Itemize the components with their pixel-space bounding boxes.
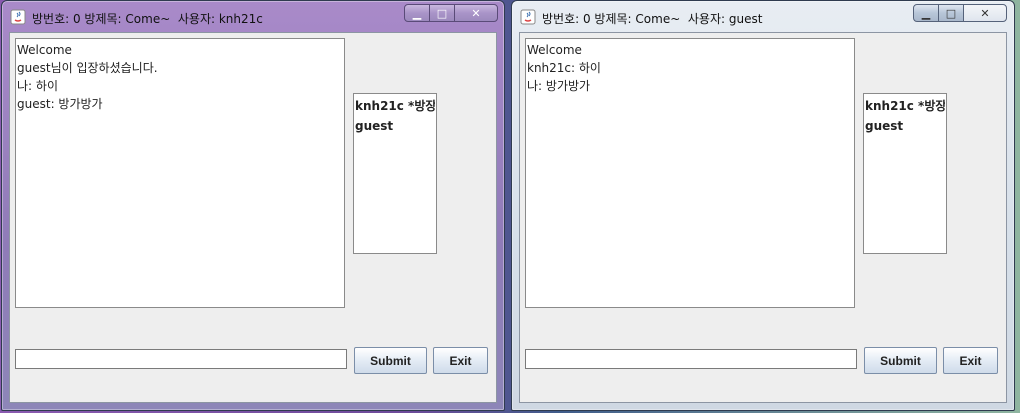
chat-window-guest: 방번호: 0 방제목: Come~ 사용자: guest ▁ □ ✕ Welco… [511,0,1015,411]
maximize-button[interactable]: □ [939,4,963,22]
title-bar[interactable]: 방번호: 0 방제목: Come~ 사용자: guest ▁ □ ✕ [512,1,1014,33]
user-list-item[interactable]: knh21c *방장* [355,96,435,116]
chat-line: guest: 방가방가 [17,97,103,111]
user-list[interactable]: knh21c *방장* guest [353,93,437,254]
exit-button[interactable]: Exit [433,347,488,374]
message-input[interactable] [15,349,347,369]
chat-line: 나: 하이 [17,79,58,93]
user-list[interactable]: knh21c *방장* guest [863,93,947,254]
user-list-item[interactable]: guest [865,116,945,136]
chat-line: Welcome [17,43,72,57]
title-bar[interactable]: 방번호: 0 방제목: Come~ 사용자: knh21c ▁ □ ✕ [2,1,504,33]
close-button[interactable]: ✕ [454,4,498,22]
chat-line: 나: 방가방가 [527,79,591,93]
chat-line: guest님이 입장하셨습니다. [17,61,158,75]
user-list-item[interactable]: knh21c *방장* [865,96,945,116]
chat-log[interactable]: Welcome knh21c: 하이 나: 방가방가 [525,38,855,308]
exit-button[interactable]: Exit [943,347,998,374]
chat-window-knh21c: 방번호: 0 방제목: Come~ 사용자: knh21c ▁ □ ✕ Welc… [1,0,505,411]
close-button[interactable]: ✕ [963,4,1007,22]
window-title: 방번호: 0 방제목: Come~ 사용자: guest [542,12,763,26]
window-controls: ▁ □ ✕ [913,4,1007,22]
window-content: Welcome knh21c: 하이 나: 방가방가 knh21c *방장* g… [519,32,1007,403]
java-icon [520,9,536,25]
minimize-button[interactable]: ▁ [404,4,430,22]
submit-button[interactable]: Submit [354,347,427,374]
window-title: 방번호: 0 방제목: Come~ 사용자: knh21c [32,12,263,26]
java-icon [10,9,26,25]
user-list-item[interactable]: guest [355,116,435,136]
chat-line: knh21c: 하이 [527,61,601,75]
desktop: { "windows": [ { "title": "방번호: 0 방제목: C… [0,0,1020,413]
chat-line: Welcome [527,43,582,57]
submit-button[interactable]: Submit [864,347,937,374]
minimize-button[interactable]: ▁ [913,4,939,22]
chat-log[interactable]: Welcome guest님이 입장하셨습니다. 나: 하이 guest: 방가… [15,38,345,308]
window-content: Welcome guest님이 입장하셨습니다. 나: 하이 guest: 방가… [9,32,497,403]
window-controls: ▁ □ ✕ [404,4,498,22]
maximize-button[interactable]: □ [430,4,454,22]
message-input[interactable] [525,349,857,369]
